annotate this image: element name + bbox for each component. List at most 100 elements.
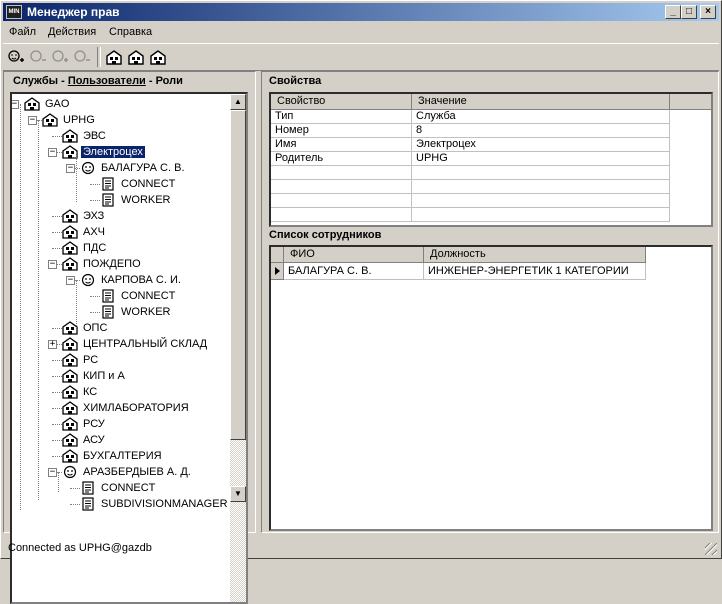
property-name-cell[interactable] — [271, 194, 412, 208]
minimize-button[interactable]: _ — [665, 5, 681, 19]
tree-node[interactable]: GAO — [24, 96, 71, 112]
remove-role-icon[interactable] — [73, 48, 91, 66]
tree-node[interactable]: WORKER — [100, 304, 173, 320]
tree-node[interactable]: ПОЖДЕПО — [62, 256, 143, 272]
tree-node-label: АРАЗБЕРДЫЕВ А. Д. — [83, 466, 191, 478]
property-name-cell[interactable] — [271, 208, 412, 222]
scroll-up-button[interactable]: ▲ — [230, 94, 246, 110]
tree-node[interactable]: АСУ — [62, 432, 107, 448]
scroll-thumb[interactable] — [230, 110, 246, 440]
tree-connector — [52, 248, 62, 249]
tree-node[interactable]: КС — [62, 384, 99, 400]
tree-node[interactable]: РС — [62, 352, 100, 368]
tree-node-label: БУХГАЛТЕРИЯ — [83, 450, 162, 462]
property-name-cell[interactable] — [271, 166, 412, 180]
tree-node[interactable]: UPHG — [42, 112, 97, 128]
properties-col-property[interactable]: Свойство — [271, 94, 412, 110]
tree-guide-line — [38, 120, 39, 500]
properties-col-filler — [670, 94, 711, 110]
tree-connector — [52, 424, 62, 425]
property-value-cell[interactable]: Служба — [412, 110, 670, 124]
tree-node[interactable]: CONNECT — [80, 480, 157, 496]
property-value-cell[interactable]: Электроцех — [412, 138, 670, 152]
building-edit-icon[interactable] — [149, 48, 167, 66]
collapse-icon[interactable]: − — [48, 468, 57, 477]
collapse-icon[interactable]: − — [66, 276, 75, 285]
property-name-cell[interactable] — [271, 180, 412, 194]
tree-node[interactable]: SUBDIVISIONMANAGER — [80, 496, 230, 512]
row-indicator-icon[interactable] — [271, 263, 284, 280]
tree-node-label: WORKER — [121, 306, 171, 318]
add-role-icon[interactable] — [51, 48, 69, 66]
tree-node[interactable]: ОПС — [62, 320, 109, 336]
tree-node-label: КИП и А — [83, 370, 125, 382]
property-value-cell[interactable] — [412, 180, 670, 194]
tree-node[interactable]: CONNECT — [100, 176, 177, 192]
close-button[interactable]: × — [700, 5, 716, 19]
tree-node[interactable]: БАЛАГУРА С. В. — [80, 160, 187, 176]
collapse-icon[interactable]: − — [48, 260, 57, 269]
employee-position-cell[interactable]: ИНЖЕНЕР-ЭНЕРГЕТИК 1 КАТЕГОРИИ — [424, 263, 646, 280]
property-name-cell[interactable]: Номер — [271, 124, 412, 138]
tree-node[interactable]: ЦЕНТРАЛЬНЫЙ СКЛАД — [62, 336, 209, 352]
employees-col-fio[interactable]: ФИО — [284, 247, 424, 263]
maximize-button[interactable]: □ — [681, 5, 697, 19]
property-value-cell[interactable] — [412, 194, 670, 208]
scroll-down-button[interactable]: ▼ — [230, 486, 246, 502]
tree-node[interactable]: WORKER — [100, 192, 173, 208]
tree-node[interactable]: ХИМЛАБОРАТОРИЯ — [62, 400, 191, 416]
property-name-cell[interactable]: Имя — [271, 138, 412, 152]
tree-node-label: SUBDIVISIONMANAGER — [101, 498, 228, 510]
tree-connector — [52, 392, 62, 393]
resize-grip[interactable] — [705, 543, 717, 555]
building-icon — [62, 129, 78, 143]
tree-node[interactable]: КИП и А — [62, 368, 127, 384]
property-value-cell[interactable]: UPHG — [412, 152, 670, 166]
property-value-cell[interactable]: 8 — [412, 124, 670, 138]
tree-node[interactable]: АРАЗБЕРДЫЕВ А. Д. — [62, 464, 193, 480]
property-name-cell[interactable]: Тип — [271, 110, 412, 124]
tree-scrollbar[interactable]: ▲ ▼ — [230, 94, 246, 602]
properties-col-value[interactable]: Значение — [412, 94, 670, 110]
tree-node[interactable]: Электроцех — [62, 144, 146, 160]
tree-node[interactable]: КАРПОВА С. И. — [80, 272, 183, 288]
menu-actions[interactable]: Действия — [48, 26, 96, 38]
tree-panel: Службы - Пользователи - Роли ▲ ▼ − GAO − UP… — [3, 71, 256, 604]
property-name-cell[interactable]: Родитель — [271, 152, 412, 166]
tree-connector — [52, 232, 62, 233]
property-value-cell[interactable] — [412, 166, 670, 180]
remove-user-icon[interactable] — [29, 48, 47, 66]
building-icon — [62, 225, 78, 239]
employees-grid[interactable]: ФИО Должность БАЛАГУРА С. В. ИНЖЕНЕР-ЭНЕР… — [269, 245, 713, 531]
expand-icon[interactable]: + — [48, 340, 57, 349]
tree-node[interactable]: АХЧ — [62, 224, 107, 240]
collapse-icon[interactable]: − — [66, 164, 75, 173]
employee-fio-cell[interactable]: БАЛАГУРА С. В. — [284, 263, 424, 280]
role-icon — [102, 193, 114, 207]
tree-node-label: CONNECT — [101, 482, 156, 494]
add-user-icon[interactable] — [7, 48, 25, 66]
employees-col-position[interactable]: Должность — [424, 247, 646, 263]
building-icon — [62, 433, 78, 447]
employees-row-header — [271, 247, 284, 263]
service-tree[interactable]: ▲ ▼ − GAO − UPHG ЭВС − Электроцех − БАЛАГУРА С. … — [10, 92, 248, 604]
tree-node[interactable]: ПДС — [62, 240, 108, 256]
tree-connector — [52, 456, 62, 457]
collapse-icon[interactable]: − — [12, 100, 19, 109]
title-bar[interactable]: MIN Менеджер прав _ □ × — [3, 3, 719, 21]
collapse-icon[interactable]: − — [28, 116, 37, 125]
building-icon[interactable] — [105, 48, 123, 66]
menu-file[interactable]: Файл — [9, 26, 36, 38]
tree-node[interactable]: CONNECT — [100, 288, 177, 304]
collapse-icon[interactable]: − — [48, 148, 57, 157]
tree-connector — [52, 216, 62, 217]
tree-node[interactable]: РСУ — [62, 416, 107, 432]
status-text: Connected as UPHG@gazdb — [8, 542, 152, 554]
properties-grid[interactable]: Свойство Значение Тип Служба Номер 8 Имя Элек… — [269, 92, 713, 227]
property-value-cell[interactable] — [412, 208, 670, 222]
tree-node[interactable]: БУХГАЛТЕРИЯ — [62, 448, 164, 464]
tree-node[interactable]: ЭХЗ — [62, 208, 106, 224]
building-add-icon[interactable] — [127, 48, 145, 66]
tree-node[interactable]: ЭВС — [62, 128, 108, 144]
menu-help[interactable]: Справка — [109, 26, 152, 38]
